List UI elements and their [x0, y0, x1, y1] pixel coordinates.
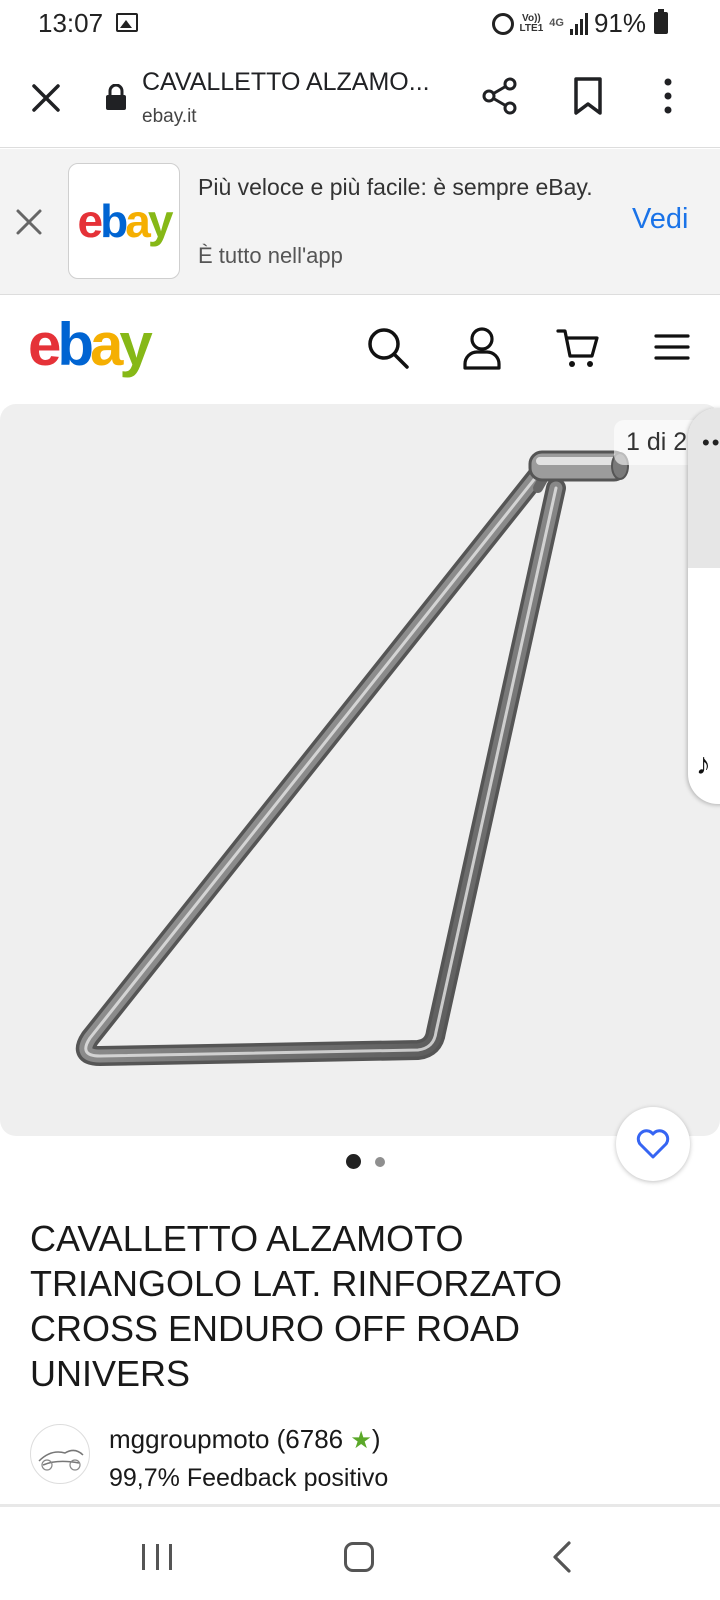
ebay-logo[interactable]: ebay — [28, 310, 153, 379]
more-icon[interactable] — [658, 76, 678, 116]
carousel-dot[interactable] — [374, 1157, 385, 1167]
seller-name-text[interactable]: mggroupmoto (6786 — [109, 1424, 343, 1454]
status-time: 13:07 — [38, 8, 104, 38]
seller-info[interactable]: mggroupmoto (6786 ★) 99,7% Feedback posi… — [30, 1420, 690, 1500]
battery-icon — [654, 9, 668, 34]
page-title[interactable]: CAVALLETTO ALZAMO... — [142, 68, 430, 97]
recent-apps-icon[interactable] — [142, 1544, 172, 1570]
lock-icon[interactable] — [104, 84, 128, 110]
banner-view-button[interactable]: Vedi — [632, 203, 688, 236]
home-icon[interactable] — [344, 1542, 374, 1572]
signal-icon — [569, 12, 588, 35]
seller-name-closing: ) — [371, 1424, 381, 1454]
watchlist-button[interactable] — [616, 1107, 690, 1181]
image-gallery[interactable]: 1 di 2 — [0, 404, 720, 1136]
cart-icon[interactable] — [556, 326, 600, 370]
status-bar: 13:07 Vo)) LTE1 4G 91% — [0, 0, 720, 48]
status-indicators: Vo)) LTE1 4G 91% — [491, 8, 670, 39]
bookmark-icon[interactable] — [572, 76, 604, 116]
search-icon[interactable] — [366, 326, 410, 370]
share-icon[interactable] — [480, 76, 520, 116]
browser-toolbar: CAVALLETTO ALZAMO... ebay.it — [0, 48, 720, 148]
banner-headline: Più veloce e più facile: è sempre eBay. — [198, 174, 593, 200]
heart-icon — [636, 1129, 670, 1159]
alarm-icon — [491, 12, 514, 35]
divider — [0, 1504, 720, 1507]
app-icon[interactable]: ebay — [68, 163, 180, 279]
battery-percent: 91% — [593, 8, 646, 38]
system-nav-bar — [0, 1510, 720, 1600]
page-url[interactable]: ebay.it — [142, 106, 197, 128]
back-icon[interactable] — [550, 1540, 574, 1574]
side-panel-more-icon[interactable]: •• — [702, 430, 720, 456]
floating-side-panel[interactable]: •• ♪ — [688, 408, 720, 804]
image-counter: 1 di 2 — [614, 420, 700, 465]
music-note-icon[interactable]: ♪ — [696, 748, 711, 782]
lte-indicator: Vo)) LTE1 — [519, 13, 544, 34]
star-icon: ★ — [350, 1427, 372, 1454]
carousel-indicator — [0, 1154, 720, 1169]
product-image[interactable] — [0, 404, 720, 1136]
ebay-logo: ebay — [77, 195, 174, 247]
user-icon[interactable] — [462, 326, 502, 370]
seller-name[interactable]: mggroupmoto (6786 ★) — [109, 1424, 381, 1455]
seller-logo-icon — [38, 1449, 84, 1471]
product-title: CAVALLETTO ALZAMOTO TRIANGOLO LAT. RINFO… — [30, 1218, 563, 1394]
menu-icon[interactable] — [654, 332, 690, 362]
close-icon[interactable] — [28, 80, 64, 116]
carousel-dot-active[interactable] — [345, 1154, 361, 1169]
banner-subtext: È tutto nell'app — [198, 243, 343, 268]
app-promo-banner: ebay Più veloce e più facile: è sempre e… — [0, 149, 720, 295]
network-bottom-label: LTE1 — [519, 22, 544, 34]
seller-avatar[interactable] — [30, 1424, 90, 1484]
gallery-icon — [116, 13, 138, 32]
seller-feedback: 99,7% Feedback positivo — [109, 1464, 389, 1492]
site-header: ebay — [0, 296, 720, 400]
banner-close-icon[interactable] — [14, 207, 44, 237]
network-type-label: 4G — [549, 17, 564, 29]
